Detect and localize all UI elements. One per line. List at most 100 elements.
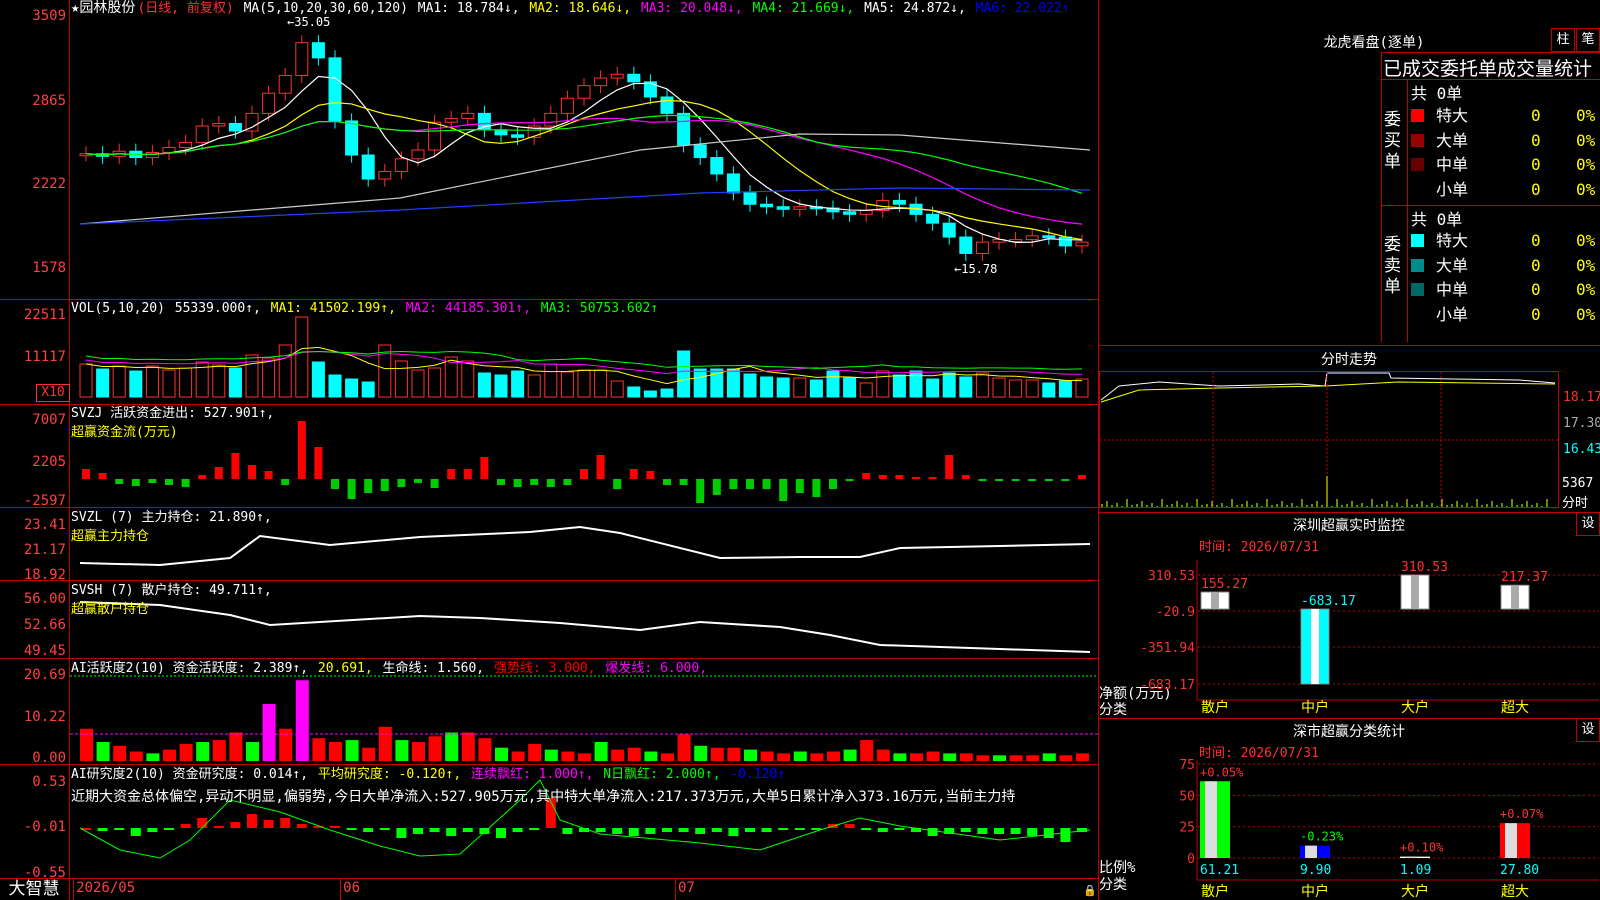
activity-bar <box>428 736 442 761</box>
research-bar <box>230 822 241 828</box>
svzj-bar <box>1061 479 1070 481</box>
volume-bar <box>876 370 890 398</box>
research-bar <box>645 828 656 834</box>
volume-bar <box>511 370 525 398</box>
activity-bar <box>876 749 890 761</box>
research-bar <box>462 828 473 832</box>
volume-bar <box>660 388 674 398</box>
x-axis-label: 07 <box>677 880 695 896</box>
svzj-bar <box>613 479 622 489</box>
volume-chart[interactable] <box>0 0 1098 900</box>
activity-bar <box>528 743 542 761</box>
stats-y-label: 75 <box>1179 758 1195 773</box>
svzj-bar <box>447 469 456 479</box>
research-bar <box>994 828 1004 834</box>
svzj-bar <box>165 479 173 485</box>
activity-bar <box>146 753 160 761</box>
stats-change-label: +0.10% <box>1400 841 1444 855</box>
activity-bar <box>611 749 625 761</box>
volume-bar <box>79 363 93 398</box>
svzj-bar <box>148 479 157 483</box>
stats-value-label: 1.09 <box>1400 863 1431 878</box>
research-bar <box>180 824 191 828</box>
volume-bar <box>262 357 276 398</box>
svzj-bar <box>82 469 90 479</box>
svzj-y-label: 7007 <box>32 412 66 428</box>
activity-bar <box>677 734 691 761</box>
activity-bar <box>412 742 425 761</box>
svzj-y-label: -2597 <box>23 493 66 509</box>
volume-bar <box>743 373 757 398</box>
svzl-y-label: 23.41 <box>23 517 66 533</box>
research-bar <box>927 828 938 836</box>
research-bar <box>429 828 440 832</box>
volume-bar <box>975 372 989 398</box>
stats-category: 中户 <box>1301 883 1329 900</box>
volume-bar <box>96 368 110 398</box>
research-bar <box>529 828 540 830</box>
volume-bar <box>843 377 857 398</box>
stats-change-label: -0.23% <box>1300 830 1344 844</box>
indicator-value: 20.691, <box>310 661 373 676</box>
svzj-bar <box>281 479 290 485</box>
volume-bar <box>361 381 375 398</box>
indicator-value: 连续飘红: 1.000↑, <box>463 767 594 782</box>
stats-chart[interactable]: 75 50 25 0 +0.05% 61.21 散户 -0.23% 9.90 中户 +0.10% 1.… <box>1099 0 1600 900</box>
activity-bar <box>345 740 359 761</box>
svzj-bar <box>895 475 904 479</box>
svzj-bar <box>580 469 588 479</box>
svzj-bar <box>513 479 522 487</box>
volume-bar <box>726 368 740 398</box>
svzj-bar <box>248 465 256 479</box>
volume-bar <box>793 377 807 398</box>
indicator-value: 平均研究度: -0.120↑, <box>310 767 462 782</box>
ai1-y-label: 10.22 <box>23 709 66 725</box>
activity-bar <box>710 747 724 761</box>
svzj-subtitle: 超赢资金流(万元) <box>71 425 178 440</box>
lock-icon[interactable]: 🔒 <box>1083 884 1097 897</box>
ai1-title: AI活跃度2(10) 资金活跃度: 2.389↑, 20.691, 生命线: 1… <box>71 661 711 676</box>
volume-bar <box>328 374 342 398</box>
activity-bar <box>395 740 409 761</box>
volume-bar <box>129 370 143 398</box>
svzj-bar <box>1078 475 1086 479</box>
right-panel: 龙虎看盘(逐单) 柱 笔 已成交委托单成交量统计 委买单 委卖单 共 0单 共 … <box>1099 0 1600 900</box>
activity-bar <box>926 751 940 761</box>
svzl-subtitle: 超赢主力持仓 <box>71 529 150 544</box>
activity-bar <box>362 747 376 761</box>
volume-bar <box>278 344 292 398</box>
activity-bar <box>893 753 907 761</box>
activity-bar <box>544 749 558 761</box>
activity-bar <box>578 753 591 761</box>
activity-bar <box>229 732 243 761</box>
volume-bar <box>892 374 906 398</box>
svzj-bar <box>1011 479 1020 481</box>
activity-bar <box>843 749 857 761</box>
indicator-value: -0.120↑ <box>722 767 786 782</box>
research-bar <box>213 826 224 828</box>
svzj-bar <box>131 479 140 486</box>
svsh-title: SVSH (7) 散户持仓: 49.711↑, <box>71 583 272 598</box>
research-bar <box>363 828 374 832</box>
activity-bar <box>777 753 791 761</box>
svzl-y-label: 21.17 <box>23 542 66 558</box>
activity-bar <box>694 745 708 761</box>
svzj-bar <box>463 469 472 479</box>
indicator-value: AI研究度2(10) 资金研究度: 0.014↑, <box>71 767 309 782</box>
volume-bar <box>677 350 691 398</box>
svsh-subtitle: 超赢散户持仓 <box>71 602 150 617</box>
svzj-bar <box>646 471 655 479</box>
activity-bar <box>1059 755 1073 761</box>
svzj-bar <box>231 453 240 479</box>
volume-bar <box>826 370 840 398</box>
volume-bar <box>859 382 873 398</box>
svsh-y-label: 49.45 <box>23 643 66 659</box>
svzj-bar <box>945 455 954 479</box>
svzj-bar <box>995 479 1003 481</box>
activity-bar <box>329 742 342 761</box>
volume-bar <box>1042 382 1056 398</box>
activity-bar <box>196 742 210 761</box>
volume-bar <box>145 365 159 398</box>
svzj-bar <box>297 421 306 479</box>
volume-bar <box>1025 379 1039 398</box>
